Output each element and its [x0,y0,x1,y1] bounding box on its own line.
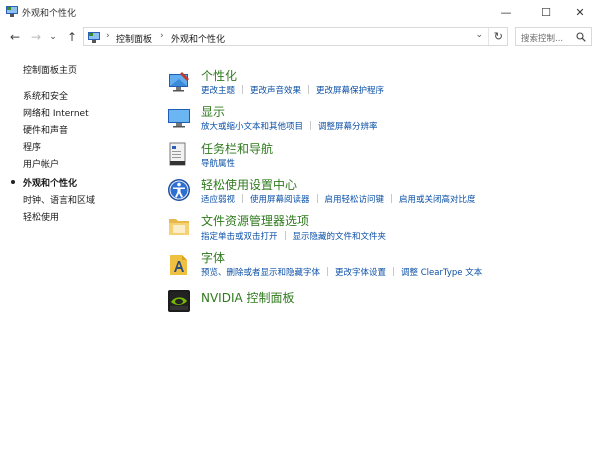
breadcrumb-control-panel[interactable]: 控制面板 [116,32,152,45]
link-accessibility-keys[interactable]: 启用轻松访问键 [325,195,385,205]
category-title-folder-options[interactable]: 文件资源管理器选项 [201,212,309,229]
personalization-icon[interactable] [167,70,191,94]
link-show-hidden-files[interactable]: 显示隐藏的文件和文件夹 [293,232,387,242]
ease-of-access-icon[interactable] [167,178,191,202]
link-divider [310,121,312,130]
forward-button[interactable]: → [28,28,44,46]
sidebar-item-programs[interactable]: 程序 [23,140,41,153]
sidebar-item-clock-language[interactable]: 时钟、语言和区域 [23,193,95,206]
navigation-bar: ← → ⌄ ↑ › 控制面板 › 外观和个性化 ⌄ ↻ 搜索控制... [0,24,600,50]
recent-locations-button[interactable]: ⌄ [45,28,61,46]
taskbar-icon[interactable] [167,142,191,166]
title-bar: 外观和个性化 — ☐ ✕ [0,0,600,24]
link-preview-fonts[interactable]: 预览、删除或者显示和隐藏字体 [201,268,320,278]
display-icon[interactable] [167,106,191,130]
window-title: 外观和个性化 [22,9,77,19]
category-title-fonts[interactable]: 字体 [201,249,225,266]
up-arrow-icon: ↑ [66,30,78,44]
breadcrumb-separator-icon[interactable]: › [160,31,164,41]
folder-options-icon[interactable] [167,214,191,238]
search-placeholder: 搜索控制... [521,34,564,44]
personalization-links: 更改主题 更改声音效果 更改屏幕保护程序 [201,84,384,96]
fonts-links: 预览、删除或者显示和隐藏字体 更改字体设置 调整 ClearType 文本 [201,266,482,278]
maximize-icon: ☐ [541,5,551,19]
sidebar-item-hardware-sound[interactable]: 硬件和声音 [23,123,68,136]
control-panel-icon [88,32,100,43]
category-title-display[interactable]: 显示 [201,103,225,120]
search-input[interactable]: 搜索控制... [515,27,592,46]
search-icon [576,32,586,42]
link-scale-text[interactable]: 放大或缩小文本和其他项目 [201,122,303,132]
sidebar-item-network[interactable]: 网络和 Internet [23,106,89,119]
link-single-double-click[interactable]: 指定单击或双击打开 [201,232,278,242]
link-change-screensaver[interactable]: 更改屏幕保护程序 [316,86,384,96]
refresh-icon[interactable]: ↻ [494,30,503,43]
back-arrow-icon: ← [9,30,21,44]
folder-options-links: 指定单击或双击打开 显示隐藏的文件和文件夹 [201,230,386,242]
divider [488,28,489,45]
taskbar-links: 导航属性 [201,157,235,169]
display-links: 放大或缩小文本和其他项目 调整屏幕分辨率 [201,120,378,132]
breadcrumb-appearance[interactable]: 外观和个性化 [171,32,225,45]
sidebar-item-ease-of-access[interactable]: 轻松使用 [23,210,59,223]
link-divider [242,85,244,94]
sidebar-item-system-security[interactable]: 系统和安全 [23,89,68,102]
sidebar-item-home[interactable]: 控制面板主页 [23,63,77,76]
link-font-settings[interactable]: 更改字体设置 [335,268,386,278]
minimize-icon: — [500,5,512,19]
ease-of-access-links: 适应弱视 使用屏幕阅读器 启用轻松访问键 启用或关闭高对比度 [201,193,476,205]
category-title-personalization[interactable]: 个性化 [201,67,237,84]
link-divider [308,85,310,94]
control-panel-icon [6,6,18,17]
category-title-ease-of-access[interactable]: 轻松使用设置中心 [201,176,297,193]
link-screen-resolution[interactable]: 调整屏幕分辨率 [318,122,378,132]
back-button[interactable]: ← [7,28,23,46]
link-divider [284,231,286,240]
breadcrumb-separator-icon[interactable]: › [106,31,110,41]
link-divider [316,194,318,203]
link-divider [391,194,393,203]
link-divider [242,194,244,203]
close-icon: ✕ [575,5,585,19]
address-dropdown-icon[interactable]: ⌄ [475,30,483,40]
address-bar[interactable]: › 控制面板 › 外观和个性化 ⌄ ↻ [83,27,508,46]
link-change-sounds[interactable]: 更改声音效果 [250,86,301,96]
fonts-icon[interactable] [167,252,191,276]
link-cleartype[interactable]: 调整 ClearType 文本 [401,268,482,278]
sidebar-item-user-accounts[interactable]: 用户帐户 [23,157,59,170]
link-divider [327,267,329,276]
category-title-nvidia[interactable]: NVIDIA 控制面板 [201,289,295,306]
link-low-vision[interactable]: 适应弱视 [201,195,235,205]
chevron-down-icon: ⌄ [49,32,57,42]
close-button[interactable]: ✕ [560,0,600,24]
link-high-contrast[interactable]: 启用或关闭高对比度 [399,195,476,205]
link-divider [393,267,395,276]
minimize-button[interactable]: — [486,0,526,24]
forward-arrow-icon: → [30,30,42,44]
nvidia-icon[interactable] [167,289,191,313]
active-bullet-icon [11,180,15,184]
up-button[interactable]: ↑ [64,28,80,46]
link-screen-reader[interactable]: 使用屏幕阅读器 [250,195,310,205]
link-change-theme[interactable]: 更改主题 [201,86,235,96]
category-title-taskbar[interactable]: 任务栏和导航 [201,140,273,157]
link-navigation-properties[interactable]: 导航属性 [201,159,235,169]
sidebar-item-appearance[interactable]: 外观和个性化 [23,176,77,189]
